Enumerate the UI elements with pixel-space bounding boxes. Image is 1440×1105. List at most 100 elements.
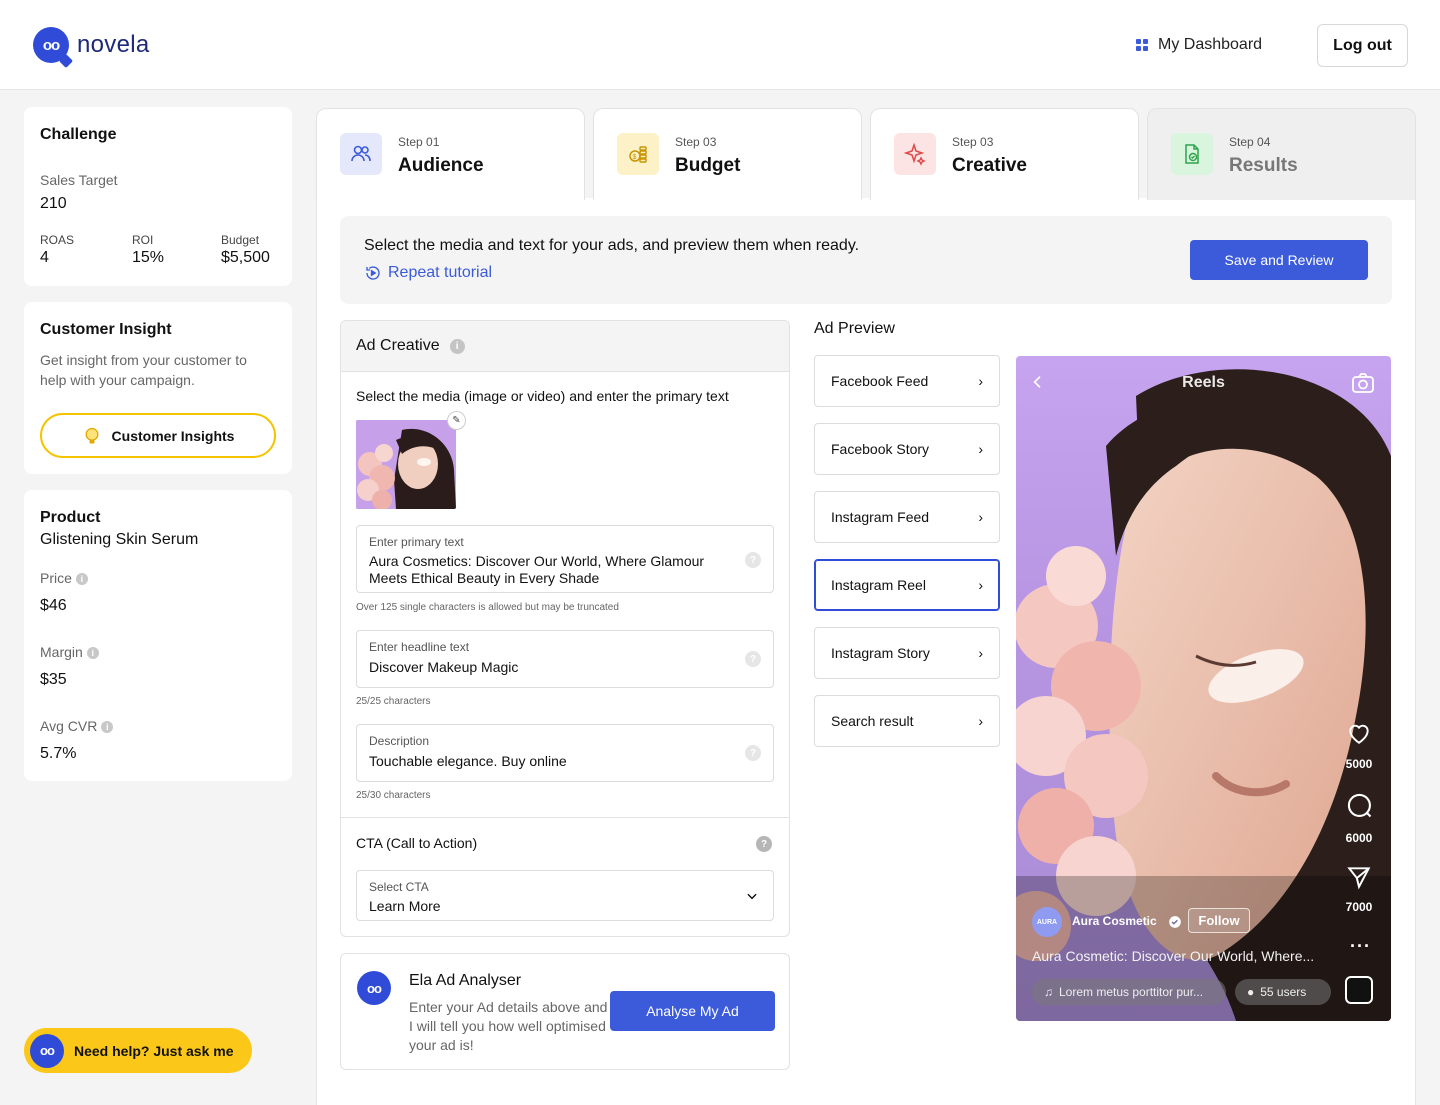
budget-value: $5,500 <box>221 249 270 266</box>
ad-preview-title: Ad Preview <box>814 320 895 337</box>
step-budget-title: Budget <box>675 155 741 176</box>
users-label: 55 users <box>1260 985 1307 999</box>
novela-logo-icon: oo <box>33 27 69 63</box>
product-card: Product Glistening Skin Serum Price i $46… <box>24 490 292 781</box>
cvr-info-icon[interactable]: i <box>101 721 114 734</box>
edit-media-icon[interactable]: ✎ <box>447 411 466 430</box>
description-field[interactable]: Description Touchable elegance. Buy onli… <box>356 724 774 782</box>
roas-label: ROAS <box>40 233 75 247</box>
ad-creative-title: Ad Creative <box>356 337 440 354</box>
top-header: oo novela My Dashboard Log out <box>0 0 1440 90</box>
price-info-icon[interactable]: i <box>75 573 88 586</box>
primary-text-value: Aura Cosmetics: Discover Our World, Wher… <box>369 553 705 586</box>
margin-info-icon[interactable]: i <box>86 647 99 660</box>
customer-insights-button[interactable]: Customer Insights <box>40 413 276 458</box>
heart-icon[interactable] <box>1346 720 1372 746</box>
primary-text-field[interactable]: Enter primary text Aura Cosmetics: Disco… <box>356 525 774 593</box>
audio-thumbnail-icon[interactable] <box>1345 976 1373 1004</box>
comment-icon[interactable] <box>1346 792 1374 820</box>
description-label: Description <box>369 734 430 748</box>
account-avatar[interactable]: AURA <box>1032 907 1062 937</box>
instructions-banner: Select the media and text for your ads, … <box>340 216 1392 304</box>
cta-select[interactable]: Select CTA Learn More <box>356 870 774 921</box>
challenge-card: Challenge Sales Target 210 ROAS 4 ROI 15… <box>24 107 292 286</box>
roi-value: 15% <box>132 249 165 266</box>
analyse-my-ad-button[interactable]: Analyse My Ad <box>610 991 775 1031</box>
chevron-down-icon <box>747 893 757 900</box>
music-label: Lorem metus porttitor pur... <box>1059 985 1204 999</box>
product-title: Product <box>40 509 101 526</box>
description-help-icon[interactable]: ? <box>745 745 761 761</box>
help-chat-button[interactable]: oo Need help? Just ask me <box>24 1028 252 1073</box>
step-budget-num: Step 03 <box>675 135 717 149</box>
comments-count: 6000 <box>1345 831 1373 845</box>
save-and-review-button[interactable]: Save and Review <box>1190 240 1368 280</box>
customer-insight-desc: Get insight from your customer to help w… <box>40 352 247 388</box>
music-pill[interactable]: ♫ Lorem metus porttitor pur... <box>1032 979 1226 1005</box>
lightbulb-icon <box>85 427 99 443</box>
media-thumbnail[interactable] <box>356 420 456 509</box>
ela-assistant-icon: oo <box>357 971 391 1005</box>
chevron-right-icon: › <box>978 713 983 729</box>
sales-target-value: 210 <box>40 195 67 212</box>
help-label: Need help? Just ask me <box>74 1042 234 1059</box>
logout-button[interactable]: Log out <box>1317 24 1408 67</box>
replay-icon <box>366 266 380 280</box>
account-name[interactable]: Aura Cosmetic <box>1072 914 1157 928</box>
step-results-tab[interactable]: Step 04 Results <box>1147 108 1416 200</box>
svg-text:$: $ <box>633 154 637 161</box>
preview-facebook-story[interactable]: Facebook Story › <box>814 423 1000 475</box>
headline-value: Discover Makeup Magic <box>369 659 519 675</box>
step-creative-tab[interactable]: Step 03 Creative <box>870 108 1139 200</box>
roi-label: ROI <box>132 233 154 247</box>
cta-divider <box>341 817 789 818</box>
description-value: Touchable elegance. Buy online <box>369 753 567 769</box>
sales-target-label: Sales Target <box>40 172 118 188</box>
preview-option-label: Instagram Story <box>831 645 930 661</box>
preview-instagram-feed[interactable]: Instagram Feed › <box>814 491 1000 543</box>
camera-icon[interactable] <box>1350 371 1376 395</box>
cvr-label: Avg CVR i <box>40 718 114 734</box>
cta-select-value: Learn More <box>369 898 441 914</box>
cta-title: CTA (Call to Action) <box>356 835 478 851</box>
analyser-desc: Enter your Ad details above and I will t… <box>409 999 608 1053</box>
preview-instagram-reel[interactable]: Instagram Reel › <box>814 559 1000 611</box>
price-value: $46 <box>40 597 67 614</box>
shares-count: 7000 <box>1345 900 1373 914</box>
headline-hint: 25/25 characters <box>356 696 431 707</box>
send-icon[interactable] <box>1346 864 1372 890</box>
challenge-title: Challenge <box>40 126 117 143</box>
users-pill[interactable]: ● 55 users <box>1235 979 1331 1005</box>
ad-creative-panel: Ad Creative i Select the media (image or… <box>340 320 790 937</box>
step-audience-title: Audience <box>398 155 484 176</box>
cta-help-icon[interactable]: ? <box>756 836 772 852</box>
cvr-value: 5.7% <box>40 745 77 762</box>
audience-users-icon <box>340 133 382 175</box>
my-dashboard-link[interactable]: My Dashboard <box>1136 36 1262 54</box>
step-creative-title: Creative <box>952 155 1027 176</box>
step-budget-tab[interactable]: $ Step 03 Budget <box>593 108 862 200</box>
primary-text-help-icon[interactable]: ? <box>745 552 761 568</box>
preview-search-result[interactable]: Search result › <box>814 695 1000 747</box>
step-audience-tab[interactable]: Step 01 Audience <box>316 108 585 200</box>
headline-help-icon[interactable]: ? <box>745 651 761 667</box>
preview-instagram-story[interactable]: Instagram Story › <box>814 627 1000 679</box>
primary-text-hint: Over 125 single characters is allowed bu… <box>356 602 619 613</box>
customer-insights-label: Customer Insights <box>111 427 235 444</box>
reel-caption: Aura Cosmetic: Discover Our World, Where… <box>1032 948 1315 964</box>
headline-field[interactable]: Enter headline text Discover Makeup Magi… <box>356 630 774 688</box>
description-hint: 25/30 characters <box>356 790 431 801</box>
banner-text: Select the media and text for your ads, … <box>364 237 860 254</box>
preview-facebook-feed[interactable]: Facebook Feed › <box>814 355 1000 407</box>
novela-logo[interactable]: oo novela <box>33 27 150 63</box>
ad-creative-info-icon[interactable]: i <box>449 338 465 354</box>
more-options-icon[interactable]: ··· <box>1350 936 1371 957</box>
price-label-text: Price <box>40 570 72 586</box>
verified-badge-icon <box>1169 916 1181 928</box>
follow-button[interactable]: Follow <box>1188 908 1250 933</box>
preview-option-label: Facebook Story <box>831 441 930 457</box>
margin-label-text: Margin <box>40 644 83 660</box>
step-audience-num: Step 01 <box>398 135 440 149</box>
repeat-tutorial-link[interactable]: Repeat tutorial <box>364 264 492 282</box>
margin-label: Margin i <box>40 644 99 660</box>
